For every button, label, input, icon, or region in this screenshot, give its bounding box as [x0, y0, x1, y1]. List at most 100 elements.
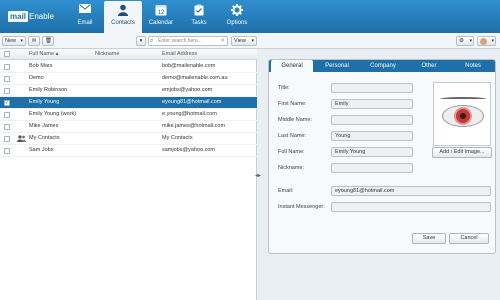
chevron-down-icon: ▾: [139, 38, 143, 44]
search-options-button[interactable]: ▾: [136, 36, 146, 46]
eye-photo-image: [442, 105, 484, 127]
contact-row[interactable]: Sam Jobs samjobs@yahoo.com: [0, 145, 257, 157]
middle-name-field[interactable]: [331, 115, 413, 125]
first-name-label: First Name:: [278, 101, 307, 107]
settings-menu-button[interactable]: ⚙ ▾: [456, 36, 474, 46]
row-checkbox-checked[interactable]: ✓: [4, 100, 10, 106]
contact-list-header: Full Name ▴ Nickname Email Address: [0, 49, 257, 60]
column-full-name-label: Full Name: [29, 51, 55, 57]
column-header-full-name[interactable]: Full Name ▴: [29, 51, 58, 57]
nav-tab-email[interactable]: Email: [66, 1, 104, 33]
first-name-field[interactable]: Emily: [331, 99, 413, 109]
contact-form-card: General Personal Company Other Notes Tit…: [268, 59, 496, 254]
full-name-field[interactable]: Emily Young: [331, 147, 413, 157]
delete-button[interactable]: 🗑: [42, 36, 54, 46]
nav-tab-contacts[interactable]: Contacts: [104, 1, 142, 33]
compose-email-button[interactable]: ✉: [28, 36, 40, 46]
pane-splitter-handle[interactable]: ◂▸: [255, 172, 261, 186]
chevron-down-icon: ▾: [251, 38, 254, 44]
envelope-icon: ✉: [31, 38, 37, 44]
full-name-label: Full Name:: [278, 149, 305, 155]
row-checkbox[interactable]: [4, 76, 10, 82]
tab-general[interactable]: General: [271, 60, 313, 72]
view-button[interactable]: View ▾: [231, 36, 257, 46]
eyebrow-shape: [440, 97, 486, 101]
email-field[interactable]: eyoung81@hotmail.com: [331, 186, 491, 196]
new-button[interactable]: New ▾: [2, 36, 26, 46]
contact-name: Demo: [29, 75, 44, 81]
mailenable-logo: mail Enable: [8, 11, 54, 22]
contact-row[interactable]: Demo demo@mailenable.com.au: [0, 73, 257, 85]
search-placeholder: Enter search here...: [158, 38, 202, 44]
row-checkbox[interactable]: [4, 112, 10, 118]
middle-name-label: Middle Name:: [278, 117, 312, 123]
calendar-icon: 12: [142, 4, 180, 20]
contact-email: eyoung81@hotmail.com: [162, 99, 222, 105]
email-label: Email:: [278, 188, 294, 194]
row-checkbox[interactable]: [4, 148, 10, 154]
view-button-label: View: [234, 38, 246, 44]
nickname-label: Nickname:: [278, 165, 304, 171]
cancel-button[interactable]: Cancel: [449, 233, 489, 244]
contact-detail-pane: General Personal Company Other Notes Tit…: [261, 49, 500, 300]
contact-row[interactable]: Mike James mike.james@hotmail.com: [0, 121, 257, 133]
nav-tab-options[interactable]: Options: [218, 1, 256, 33]
calendar-day-number: 12: [158, 10, 165, 16]
contact-email: emjobs@yahoo.com: [162, 87, 213, 93]
contact-email: samjobs@yahoo.com: [162, 147, 215, 153]
contact-row-selected[interactable]: ✓ Emily Young eyoung81@hotmail.com: [0, 97, 257, 109]
column-header-nickname[interactable]: Nickname: [95, 51, 119, 57]
nav-tab-calendar-label: Calendar: [148, 20, 174, 26]
nav-tab-tasks[interactable]: Tasks: [180, 1, 218, 33]
logo-mail-text: mail: [8, 11, 29, 22]
contact-email: My Contacts: [162, 135, 193, 141]
add-edit-image-button[interactable]: Add / Edit Image...: [432, 147, 492, 158]
contact-group-row[interactable]: My Contacts My Contacts: [0, 133, 257, 145]
contact-name: Bob Mars: [29, 63, 53, 69]
last-name-field[interactable]: Young: [331, 131, 413, 141]
contact-name: Emily Robinson: [29, 87, 68, 93]
contact-tabs: General Personal Company Other Notes: [269, 60, 495, 72]
contact-photo: [433, 82, 491, 146]
select-all-checkbox[interactable]: [4, 51, 10, 57]
search-icon: ⌕: [150, 38, 154, 44]
tab-other[interactable]: Other: [407, 60, 451, 72]
instant-messenger-label: Instant Messenger:: [278, 204, 325, 210]
save-button[interactable]: Save: [412, 233, 446, 244]
avatar: [480, 37, 487, 45]
contact-list-pane: Full Name ▴ Nickname Email Address Bob M…: [0, 49, 257, 300]
contact-row[interactable]: Bob Mars bob@mailenable.com: [0, 61, 257, 73]
nickname-field[interactable]: [331, 163, 413, 173]
row-checkbox[interactable]: [4, 124, 10, 130]
contact-name: Mike James: [29, 123, 59, 129]
nav-tab-calendar[interactable]: 12 Calendar: [142, 1, 180, 33]
nav-tab-options-label: Options: [226, 20, 248, 26]
person-icon: [104, 4, 142, 20]
contact-email: bob@mailenable.com: [162, 63, 216, 69]
contact-row[interactable]: Emily Robinson emjobs@yahoo.com: [0, 85, 257, 97]
column-header-email[interactable]: Email Address: [162, 51, 197, 57]
contact-name: My Contacts: [29, 135, 60, 141]
contact-email: e.young@hotmail.com: [162, 111, 217, 117]
contact-name: Emily Young: [29, 99, 60, 105]
gear-icon: [218, 4, 256, 20]
search-input[interactable]: ⌕ Enter search here... ✕: [148, 36, 228, 46]
row-checkbox[interactable]: [4, 88, 10, 94]
nav-tab-email-label: Email: [77, 20, 93, 26]
contact-row[interactable]: Emily Young (work) e.young@hotmail.com: [0, 109, 257, 121]
user-menu-button[interactable]: ▾: [477, 36, 496, 46]
sort-asc-icon: ▴: [55, 51, 59, 57]
contact-email: mike.james@hotmail.com: [162, 123, 226, 129]
clear-search-icon[interactable]: ✕: [220, 37, 225, 45]
tab-personal[interactable]: Personal: [315, 60, 359, 72]
instant-messenger-field[interactable]: [331, 202, 491, 212]
chevron-down-icon: ▾: [20, 38, 23, 44]
tab-company[interactable]: Company: [361, 60, 405, 72]
title-field[interactable]: [331, 83, 413, 93]
clipboard-icon: [180, 4, 218, 20]
tab-notes[interactable]: Notes: [451, 60, 495, 72]
row-checkbox[interactable]: [4, 64, 10, 70]
title-label: Title:: [278, 85, 290, 91]
logo-enable-text: Enable: [29, 12, 54, 21]
row-checkbox[interactable]: [4, 136, 10, 142]
